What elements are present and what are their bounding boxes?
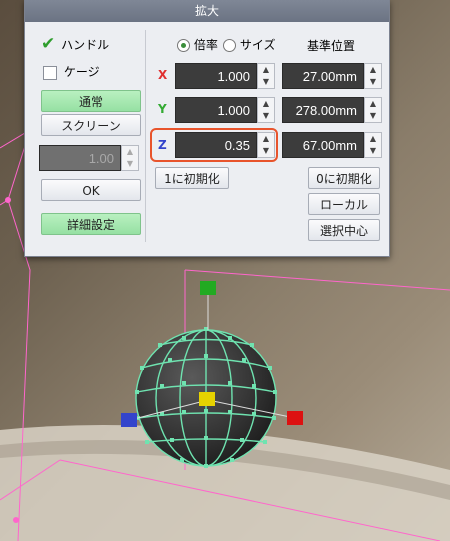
spin-up-icon[interactable]: ▲ [365,64,381,76]
spin-down-icon[interactable]: ▼ [258,76,274,88]
scale-y-input[interactable]: 1.000 [175,97,257,123]
radio-size[interactable]: サイズ [223,36,275,53]
cage-checkbox[interactable]: ケージ [43,63,100,80]
spin-up-icon[interactable]: ▲ [365,98,381,110]
detail-settings-button[interactable]: 詳細設定 [41,213,141,235]
axis-y-label: Y [158,102,167,116]
radio-dot-icon [223,39,236,52]
spin-down-icon[interactable]: ▼ [365,110,381,122]
axis-x-label: X [158,68,168,82]
scale-x-spinner[interactable]: ▲ ▼ [257,63,275,89]
spin-down-icon: ▼ [126,159,134,168]
spin-up-icon: ▲ [126,147,134,156]
position-x-input[interactable]: 27.00mm [282,63,364,89]
mode-normal-button[interactable]: 通常 [41,90,141,112]
radio-ratio-label: 倍率 [193,38,218,52]
position-z-spinner[interactable]: ▲ ▼ [364,132,382,158]
guide-point [13,517,19,523]
checkbox-box [43,65,57,80]
spin-down-icon[interactable]: ▼ [258,110,274,122]
scale-x-input[interactable]: 1.000 [175,63,257,89]
scale-dialog: 拡大 ✔ ハンドル ケージ 通常 スクリーン 1.00 ▲ ▼ OK 詳細設定 … [24,0,390,257]
handle-blue[interactable] [121,413,137,427]
position-x-spinner[interactable]: ▲ ▼ [364,63,382,89]
column-divider [145,30,146,242]
local-button[interactable]: ローカル [308,193,380,215]
base-position-label: 基準位置 [307,39,356,53]
spin-down-icon[interactable]: ▼ [365,76,381,88]
spin-up-icon[interactable]: ▲ [365,133,381,145]
radio-ratio[interactable]: 倍率 [177,36,218,53]
handle-yellow-center[interactable] [199,392,215,406]
mode-screen-button[interactable]: スクリーン [41,114,141,136]
radio-dot-icon [177,39,190,52]
handle-checkbox[interactable]: ✔ ハンドル [41,34,109,54]
spin-up-icon[interactable]: ▲ [258,64,274,76]
handle-red[interactable] [287,411,303,425]
position-y-spinner[interactable]: ▲ ▼ [364,97,382,123]
reset-zero-button[interactable]: 0に初期化 [308,167,380,189]
select-center-button[interactable]: 選択中心 [308,219,380,241]
check-mark-icon: ✔ [41,34,56,54]
amount-spinner: ▲ ▼ [121,145,139,171]
cage-checkbox-label: ケージ [63,65,100,79]
ok-button[interactable]: OK [41,179,141,201]
handle-checkbox-label: ハンドル [61,38,110,52]
guide-point [5,197,11,203]
dialog-title[interactable]: 拡大 [25,0,389,22]
z-highlight-frame [150,128,278,162]
radio-size-label: サイズ [239,38,276,52]
position-y-input[interactable]: 278.00mm [282,97,364,123]
spin-down-icon[interactable]: ▼ [365,145,381,157]
reset-one-button[interactable]: 1に初期化 [155,167,229,189]
spin-up-icon[interactable]: ▲ [258,98,274,110]
amount-input: 1.00 [39,145,121,171]
position-z-input[interactable]: 67.00mm [282,132,364,158]
handle-green[interactable] [200,281,216,295]
scale-y-spinner[interactable]: ▲ ▼ [257,97,275,123]
